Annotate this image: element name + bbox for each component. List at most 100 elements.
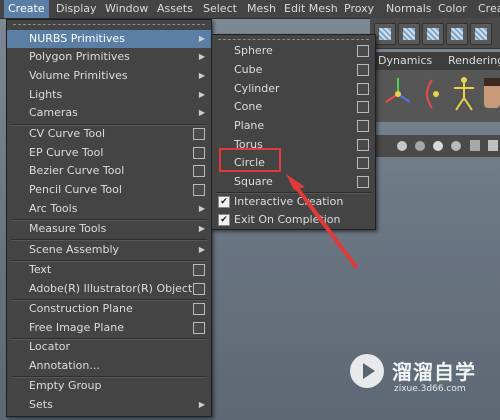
checkmark-icon[interactable]: ✔ [218, 214, 230, 226]
menu-item-scene-assembly[interactable]: Scene Assembly ▶ [7, 241, 211, 259]
menu-item-cone[interactable]: Cone [212, 98, 375, 116]
menu-item-empty-group[interactable]: Empty Group [7, 377, 211, 395]
option-box-icon[interactable] [193, 147, 205, 159]
menu-edit-mesh[interactable]: Edit Mesh [280, 0, 342, 18]
character-face-icon[interactable] [484, 78, 500, 108]
menu-item-interactive-creation[interactable]: ✔ Interactive Creation [212, 193, 375, 211]
option-box-icon[interactable] [357, 120, 369, 132]
option-box-icon[interactable] [357, 101, 369, 113]
menu-item-measure-tools[interactable]: Measure Tools ▶ [7, 220, 211, 238]
watermark: 溜溜自学 zixue.3d66.com [350, 352, 498, 414]
checkmark-icon[interactable]: ✔ [218, 196, 230, 208]
menu-assets[interactable]: Assets [153, 0, 197, 18]
menu-item-locator[interactable]: Locator [7, 338, 211, 356]
tool-button[interactable] [446, 23, 468, 45]
grid-icon [427, 28, 439, 40]
shelf-icon-strip [385, 77, 500, 111]
option-box-icon[interactable] [357, 64, 369, 76]
wireframe-sphere-icon[interactable] [415, 141, 425, 151]
tab-dynamics[interactable]: Dynamics [374, 54, 436, 68]
menu-item-arc-tools[interactable]: Arc Tools ▶ [7, 200, 211, 218]
menu-item-pencil-curve-tool[interactable]: Pencil Curve Tool [7, 181, 211, 199]
tab-rendering[interactable]: Rendering [444, 54, 500, 68]
submenu-arrow-icon: ▶ [198, 245, 205, 254]
submenu-arrow-icon: ▶ [198, 34, 205, 43]
submenu-arrow-icon: ▶ [198, 52, 205, 61]
option-box-icon[interactable] [193, 128, 205, 140]
option-box-icon[interactable] [357, 157, 369, 169]
submenu-arrow-icon: ▶ [198, 108, 205, 117]
shaded-sphere-icon[interactable] [397, 141, 407, 151]
submenu-arrow-icon: ▶ [198, 71, 205, 80]
menu-item-annotation[interactable]: Annotation... [7, 357, 211, 375]
menu-item-text[interactable]: Text [7, 261, 211, 279]
ik-handle-icon[interactable] [426, 79, 439, 109]
menu-item-cube[interactable]: Cube [212, 61, 375, 79]
option-box-icon[interactable] [357, 83, 369, 95]
menu-item-construction-plane[interactable]: Construction Plane [7, 300, 211, 318]
menu-item-bezier-curve-tool[interactable]: Bezier Curve Tool [7, 162, 211, 180]
option-box-icon[interactable] [357, 45, 369, 57]
submenu-arrow-icon: ▶ [198, 224, 205, 233]
grid-icon [451, 28, 463, 40]
grid-icon [379, 28, 391, 40]
menu-item-cylinder[interactable]: Cylinder [212, 80, 375, 98]
option-box-icon[interactable] [357, 139, 369, 151]
menu-select[interactable]: Select [199, 0, 241, 18]
circle-highlight-box [219, 148, 281, 172]
menu-item-cv-curve-tool[interactable]: CV Curve Tool [7, 125, 211, 143]
option-box-icon[interactable] [193, 264, 205, 276]
nurbs-primitives-submenu: Sphere Cube Cylinder Cone Plane Torus Ci… [211, 34, 376, 230]
tool-button[interactable] [470, 23, 492, 45]
menu-item-square[interactable]: Square [212, 173, 375, 191]
menu-create-truncated[interactable]: Crea [474, 0, 500, 18]
skeleton-icon[interactable] [454, 77, 474, 111]
grid-icon [475, 28, 487, 40]
menu-item-plane[interactable]: Plane [212, 117, 375, 135]
menu-item-adobe-illustrator-object[interactable]: Adobe(R) Illustrator(R) Object... [7, 280, 211, 298]
tool-button[interactable] [422, 23, 444, 45]
move-tool-icon[interactable] [385, 78, 411, 103]
shelf-icons [370, 70, 500, 122]
bookmark-icon[interactable] [470, 140, 480, 151]
lit-sphere-icon[interactable] [451, 141, 461, 151]
option-box-icon[interactable] [357, 176, 369, 188]
tool-button[interactable] [374, 23, 396, 45]
menu-normals[interactable]: Normals [382, 0, 436, 18]
status-toolbar [370, 18, 500, 49]
menu-color[interactable]: Color [434, 0, 471, 18]
menu-item-exit-on-completion[interactable]: ✔ Exit On Completion [212, 211, 375, 229]
option-box-icon[interactable] [193, 322, 205, 334]
shelf-tabs: Dynamics Rendering [370, 52, 500, 70]
menu-item-lights[interactable]: Lights ▶ [7, 86, 211, 104]
menu-proxy[interactable]: Proxy [340, 0, 378, 18]
menu-display[interactable]: Display [52, 0, 101, 18]
menu-item-nurbs-primitives[interactable]: NURBS Primitives ▶ [7, 30, 211, 48]
option-box-icon[interactable] [193, 165, 205, 177]
main-menubar: Create Display Window Assets Select Mesh… [0, 0, 500, 19]
watermark-url: zixue.3d66.com [394, 384, 466, 394]
camera-icon[interactable] [488, 140, 498, 151]
menu-item-ep-curve-tool[interactable]: EP Curve Tool [7, 144, 211, 162]
submenu-arrow-icon: ▶ [198, 90, 205, 99]
submenu-arrow-icon: ▶ [198, 400, 205, 409]
option-box-icon[interactable] [193, 283, 205, 295]
option-box-icon[interactable] [193, 303, 205, 315]
menu-item-free-image-plane[interactable]: Free Image Plane [7, 319, 211, 337]
tool-button[interactable] [398, 23, 420, 45]
menu-window[interactable]: Window [101, 0, 152, 18]
tear-off-line[interactable] [218, 39, 369, 40]
menu-item-volume-primitives[interactable]: Volume Primitives ▶ [7, 67, 211, 85]
create-menu: NURBS Primitives ▶ Polygon Primitives ▶ … [6, 19, 212, 417]
menu-item-sphere[interactable]: Sphere [212, 42, 375, 60]
option-box-icon[interactable] [193, 184, 205, 196]
menu-item-cameras[interactable]: Cameras ▶ [7, 104, 211, 122]
menu-item-sets[interactable]: Sets ▶ [7, 396, 211, 414]
menu-item-polygon-primitives[interactable]: Polygon Primitives ▶ [7, 48, 211, 66]
view-toolbar [370, 135, 500, 157]
menu-create[interactable]: Create [4, 0, 49, 18]
menu-mesh[interactable]: Mesh [243, 0, 280, 18]
tear-off-line[interactable] [13, 24, 205, 25]
watermark-brand: 溜溜自学 [392, 360, 476, 384]
textured-sphere-icon[interactable] [433, 141, 443, 151]
